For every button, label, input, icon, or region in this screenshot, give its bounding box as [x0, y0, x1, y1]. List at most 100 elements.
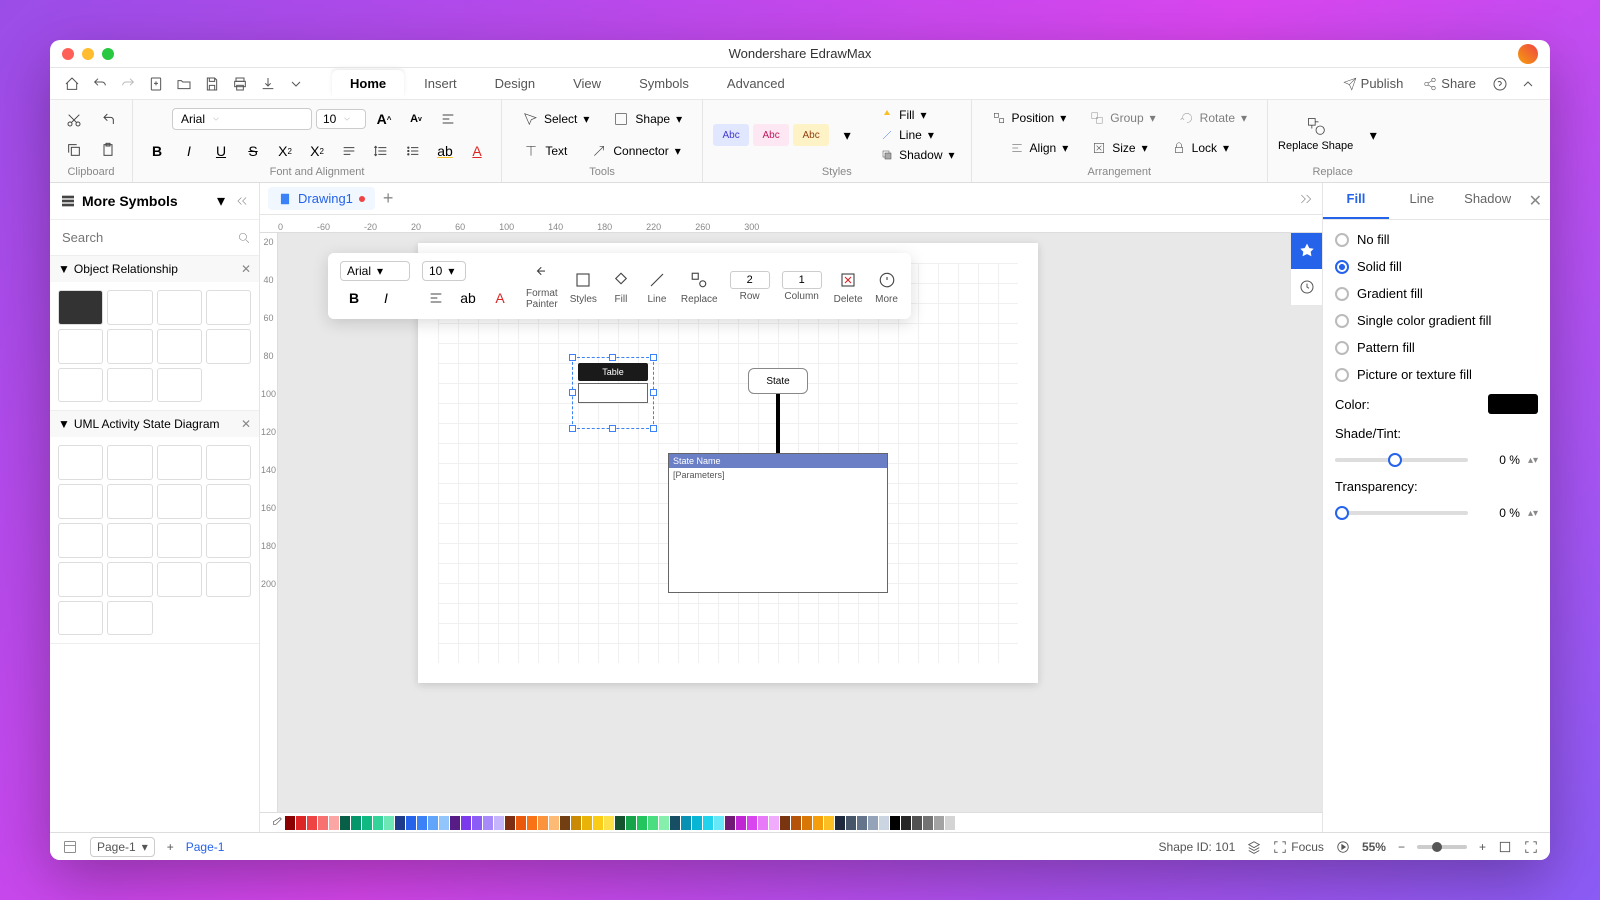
bullet-list-icon[interactable]	[399, 138, 427, 164]
color-swatch[interactable]	[285, 816, 295, 830]
color-swatch[interactable]	[670, 816, 680, 830]
panel-dropdown-icon[interactable]: ▾	[217, 191, 225, 211]
collapse-ribbon-icon[interactable]	[1516, 72, 1540, 96]
publish-button[interactable]: Publish	[1335, 72, 1412, 95]
color-swatch[interactable]	[736, 816, 746, 830]
color-swatch[interactable]	[384, 816, 394, 830]
new-icon[interactable]	[144, 72, 168, 96]
float-align-icon[interactable]	[422, 285, 450, 311]
symbol-thumb[interactable]	[206, 562, 251, 597]
close-panel-icon[interactable]: ✕	[1521, 183, 1550, 219]
layers-icon[interactable]	[1247, 840, 1261, 854]
color-swatch[interactable]	[725, 816, 735, 830]
minimize-window[interactable]	[82, 48, 94, 60]
color-swatch[interactable]	[879, 816, 889, 830]
format-tool-icon[interactable]	[1291, 233, 1322, 269]
color-swatch[interactable]	[846, 816, 856, 830]
color-swatch[interactable]	[681, 816, 691, 830]
color-swatch[interactable]	[307, 816, 317, 830]
style-preset-1[interactable]: Abc	[713, 124, 749, 146]
color-swatch[interactable]	[318, 816, 328, 830]
symbol-thumb[interactable]	[107, 484, 152, 519]
symbol-thumb[interactable]	[58, 290, 103, 325]
color-swatch[interactable]	[351, 816, 361, 830]
symbol-thumb[interactable]	[157, 445, 202, 480]
color-swatch[interactable]	[296, 816, 306, 830]
symbol-thumb[interactable]	[157, 290, 202, 325]
document-tab[interactable]: Drawing1	[268, 187, 375, 210]
line-spacing-icon[interactable]	[367, 138, 395, 164]
collapse-panel-icon[interactable]	[235, 194, 249, 208]
float-col-input[interactable]	[782, 271, 822, 289]
fill-option-single-gradient[interactable]: Single color gradient fill	[1335, 313, 1538, 328]
color-swatch[interactable]	[934, 816, 944, 830]
color-swatch[interactable]	[923, 816, 933, 830]
focus-button[interactable]: Focus	[1273, 840, 1324, 854]
color-swatch[interactable]	[604, 816, 614, 830]
zoom-in-icon[interactable]: +	[1479, 840, 1486, 854]
color-swatch[interactable]	[945, 816, 955, 830]
float-delete[interactable]: Delete	[834, 268, 863, 305]
fill-dropdown[interactable]: Fill▾	[875, 106, 960, 124]
color-swatch[interactable]	[835, 816, 845, 830]
canvas[interactable]: Arial▾ B I 10▾ ab A	[278, 233, 1322, 812]
shadow-dropdown[interactable]: Shadow▾	[875, 146, 960, 164]
state-detail-shape[interactable]: State Name [Parameters]	[668, 453, 888, 593]
symbol-thumb[interactable]	[206, 445, 251, 480]
symbol-thumb[interactable]	[157, 484, 202, 519]
print-icon[interactable]	[228, 72, 252, 96]
superscript-icon[interactable]: X2	[271, 138, 299, 164]
redo-icon[interactable]	[116, 72, 140, 96]
color-swatch[interactable]	[857, 816, 867, 830]
fill-option-nofill[interactable]: No fill	[1335, 232, 1538, 247]
float-more[interactable]: More	[875, 268, 899, 305]
color-swatch[interactable]	[560, 816, 570, 830]
presentation-icon[interactable]	[1336, 840, 1350, 854]
section-uml-activity[interactable]: ▼ UML Activity State Diagram✕	[50, 411, 259, 437]
undo-icon[interactable]	[88, 72, 112, 96]
color-swatch[interactable]	[527, 816, 537, 830]
float-line[interactable]: Line	[645, 268, 669, 305]
color-swatch[interactable]	[802, 816, 812, 830]
selected-table-shape[interactable]: Table	[578, 363, 648, 423]
text-tool[interactable]: Text	[513, 138, 577, 164]
section-object-relationship[interactable]: ▼ Object Relationship✕	[50, 256, 259, 282]
search-icon[interactable]	[237, 230, 251, 246]
symbol-thumb[interactable]	[107, 368, 152, 403]
symbol-thumb[interactable]	[157, 329, 202, 364]
replace-dropdown-icon[interactable]: ▾	[1359, 122, 1387, 148]
color-swatch[interactable]	[901, 816, 911, 830]
fill-option-solid[interactable]: Solid fill	[1335, 259, 1538, 274]
shade-stepper[interactable]: ▴▾	[1528, 455, 1538, 466]
color-swatch[interactable]	[703, 816, 713, 830]
color-swatch[interactable]	[593, 816, 603, 830]
color-swatch[interactable]	[461, 816, 471, 830]
float-highlight-icon[interactable]: ab	[454, 285, 482, 311]
page-select[interactable]: Page-1 ▾	[90, 837, 155, 857]
float-format-painter[interactable]: Format Painter	[526, 262, 558, 310]
color-swatch[interactable]	[472, 816, 482, 830]
symbol-thumb[interactable]	[206, 523, 251, 558]
symbol-thumb[interactable]	[107, 329, 152, 364]
close-section-icon[interactable]: ✕	[241, 417, 251, 431]
format-tab-line[interactable]: Line	[1389, 183, 1455, 219]
tab-advanced[interactable]: Advanced	[709, 70, 803, 97]
highlight-icon[interactable]: ab	[431, 138, 459, 164]
color-swatch[interactable]	[582, 816, 592, 830]
color-swatch[interactable]	[890, 816, 900, 830]
color-swatch[interactable]	[516, 816, 526, 830]
copy-icon[interactable]	[60, 137, 88, 163]
color-swatch[interactable]	[780, 816, 790, 830]
color-swatch[interactable]	[648, 816, 658, 830]
symbol-thumb[interactable]	[206, 290, 251, 325]
zoom-out-icon[interactable]: −	[1398, 840, 1405, 854]
trans-stepper[interactable]: ▴▾	[1528, 508, 1538, 519]
history-tool-icon[interactable]	[1291, 269, 1322, 305]
text-direction-icon[interactable]	[335, 138, 363, 164]
fit-page-icon[interactable]	[1498, 840, 1512, 854]
tab-design[interactable]: Design	[477, 70, 553, 97]
color-swatch[interactable]	[538, 816, 548, 830]
symbol-thumb[interactable]	[206, 329, 251, 364]
color-swatch[interactable]	[439, 816, 449, 830]
shade-slider[interactable]	[1335, 458, 1468, 462]
